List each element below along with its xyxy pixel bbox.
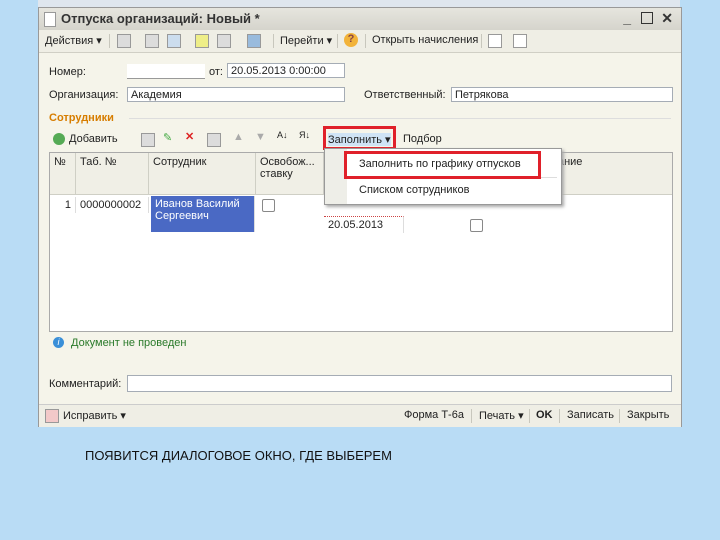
add-icon	[53, 133, 65, 145]
comment-label: Комментарий:	[49, 378, 122, 390]
report-icon[interactable]	[217, 34, 231, 48]
header-tab-no[interactable]: Таб. №	[76, 153, 149, 195]
header-no[interactable]: №	[50, 153, 76, 195]
highlight-fill-by-schedule	[344, 151, 541, 179]
date-field[interactable]: 20.05.2013 0:00:00	[227, 63, 345, 78]
row-tab-no[interactable]: 0000000002	[76, 197, 149, 213]
delete-icon[interactable]: ✕	[185, 130, 194, 143]
close-button[interactable]: ✕	[661, 10, 673, 27]
info-icon: i	[53, 337, 64, 348]
edit-doc-icon	[45, 409, 59, 423]
row-checkbox[interactable]	[470, 219, 483, 232]
edit-icon[interactable]: ✎	[163, 131, 172, 144]
highlight-fill-button	[323, 126, 396, 150]
header-release-rate[interactable]: Освобож... ставку	[256, 153, 324, 195]
help-icon[interactable]: ?	[344, 33, 358, 47]
actions-menu[interactable]: Действия ▾	[45, 34, 102, 47]
status-text: Документ не проведен	[71, 337, 187, 349]
add-button[interactable]: Добавить	[69, 133, 118, 145]
close-form-button[interactable]: Закрыть	[627, 409, 669, 421]
background-window-strip	[38, 0, 680, 7]
goto-menu[interactable]: Перейти ▾	[280, 34, 332, 47]
form-t6a-button[interactable]: Форма Т-6а	[404, 409, 464, 421]
window-title: Отпуска организаций: Новый *	[61, 11, 260, 26]
org-field[interactable]: Академия	[127, 87, 345, 102]
sort-desc-icon[interactable]: Я↓	[299, 130, 310, 140]
org-label: Организация:	[49, 89, 119, 101]
refresh-icon[interactable]	[167, 34, 181, 48]
resp-field[interactable]: Петрякова	[451, 87, 673, 102]
date-label: от:	[209, 66, 223, 78]
ok-button[interactable]: OK	[536, 409, 553, 421]
main-toolbar: Действия ▾ Перейти ▾ ? Открыть начислени…	[39, 30, 681, 53]
copy-icon[interactable]	[145, 34, 159, 48]
link-icon[interactable]	[247, 34, 261, 48]
pick-button[interactable]: Подбор	[403, 133, 442, 145]
section-employees: Сотрудники	[49, 112, 114, 124]
open-accruals-button[interactable]: Открыть начисления	[372, 34, 478, 46]
sort-asc-icon[interactable]: А↓	[277, 130, 288, 140]
structure-icon[interactable]	[195, 34, 209, 48]
release-checkbox[interactable]	[262, 199, 275, 212]
checklist-icon[interactable]	[513, 34, 527, 48]
slide-caption: ПОЯВИТСЯ ДИАЛОГОВОЕ ОКНО, ГДЕ ВЫБЕРЕМ	[85, 448, 392, 463]
end-edit-icon[interactable]	[207, 133, 221, 147]
edit-menu[interactable]: Исправить ▾	[63, 409, 126, 422]
minimize-button[interactable]: _	[623, 10, 631, 26]
list-icon[interactable]	[488, 34, 502, 48]
title-bar: Отпуска организаций: Новый * _ ✕	[39, 8, 681, 30]
document-window: Отпуска организаций: Новый * _ ✕ Действи…	[38, 7, 682, 427]
number-field[interactable]	[127, 64, 205, 79]
document-icon	[44, 12, 56, 27]
resp-label: Ответственный:	[364, 89, 446, 101]
row-number: 1	[50, 197, 76, 213]
move-up-icon[interactable]: ▲	[233, 131, 244, 143]
maximize-button[interactable]	[641, 12, 653, 24]
post-icon[interactable]	[117, 34, 131, 48]
move-down-icon[interactable]: ▼	[255, 131, 266, 143]
header-employee[interactable]: Сотрудник	[149, 153, 256, 195]
menu-item-employee-list[interactable]: Списком сотрудников	[359, 184, 469, 196]
save-button[interactable]: Записать	[567, 409, 614, 421]
bottom-toolbar: Исправить ▾ Форма Т-6а Печать ▾ OK Запис…	[39, 404, 681, 427]
print-menu[interactable]: Печать ▾	[479, 409, 524, 422]
copy-row-icon[interactable]	[141, 133, 155, 147]
comment-field[interactable]	[127, 375, 672, 392]
row-date[interactable]: 20.05.2013	[324, 216, 404, 233]
number-label: Номер:	[49, 66, 86, 78]
row-employee[interactable]: Иванов Василий Сергеевич	[151, 196, 255, 232]
